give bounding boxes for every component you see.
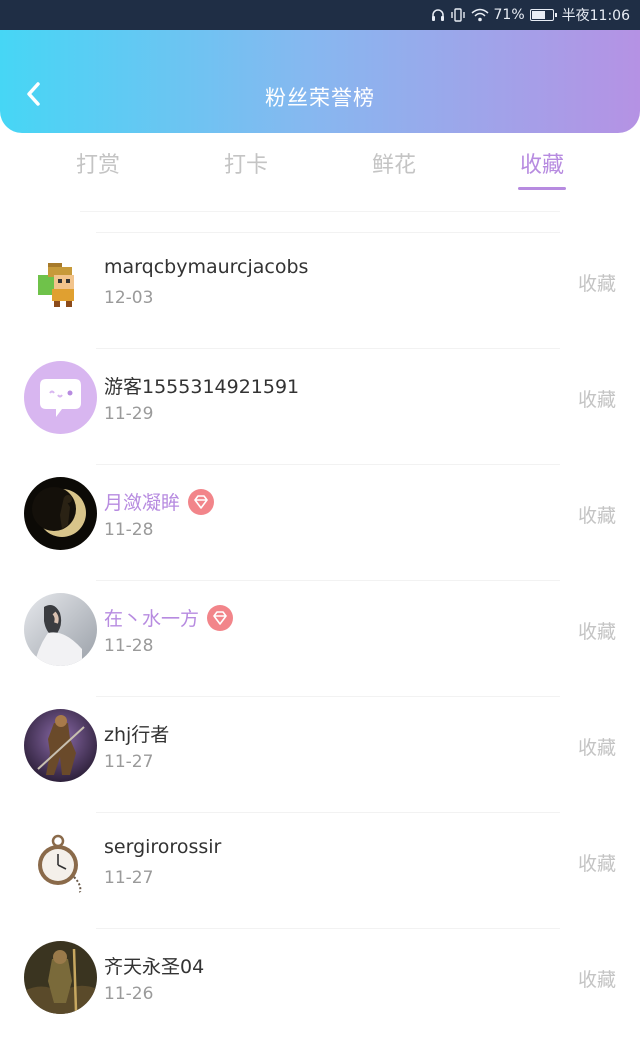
diamond-vip-icon <box>188 488 215 515</box>
app-header: 粉丝荣誉榜 <box>0 30 640 133</box>
fan-date: 11-29 <box>104 404 154 424</box>
tab-label: 打赏 <box>75 153 120 178</box>
tab-tip[interactable]: 打赏 <box>53 147 143 179</box>
fan-date: 11-28 <box>104 636 154 656</box>
divider <box>96 464 560 465</box>
list-item[interactable]: 月潋凝眸 11-28 收藏 <box>0 464 640 580</box>
favorite-label: 收藏 <box>577 273 616 295</box>
fan-date: 12-03 <box>104 288 154 308</box>
favorite-label: 收藏 <box>577 389 616 411</box>
vibrate-icon <box>450 8 466 22</box>
favorite-label: 收藏 <box>577 505 616 527</box>
fan-name-line: 游客1555314921591 <box>104 372 299 399</box>
favorite-label: 收藏 <box>577 621 616 643</box>
list-item[interactable]: marqcbymaurcjacobs 12-03 收藏 <box>0 232 640 348</box>
monkey-king-avatar[interactable] <box>24 941 97 1014</box>
list-item[interactable]: 游客1555314921591 11-29 收藏 <box>0 348 640 464</box>
foggy-figure-avatar[interactable] <box>24 593 97 666</box>
favorite-label: 收藏 <box>577 969 616 991</box>
fan-name-line: 月潋凝眸 <box>104 488 215 515</box>
headphones-icon <box>431 8 445 22</box>
divider <box>96 232 560 233</box>
tab-favorites[interactable]: 收藏 <box>497 147 587 190</box>
diamond-vip-icon <box>207 604 234 631</box>
status-time: 半夜11:06 <box>561 8 630 24</box>
battery-percent: 71% <box>493 7 525 23</box>
fan-date: 11-28 <box>104 520 154 540</box>
wifi-icon <box>471 8 489 22</box>
divider <box>96 580 560 581</box>
moon-silhouette-avatar[interactable] <box>24 477 97 550</box>
favorite-label: 收藏 <box>577 853 616 875</box>
fan-name: 月潋凝眸 <box>104 492 181 514</box>
fan-date: 11-27 <box>104 752 154 772</box>
fan-name: 齐天永圣04 <box>104 956 205 978</box>
fan-date: 11-27 <box>104 868 154 888</box>
tab-checkin[interactable]: 打卡 <box>201 147 291 179</box>
page-title: 粉丝荣誉榜 <box>265 86 375 110</box>
list-item[interactable]: 在丶水一方 11-28 收藏 <box>0 580 640 696</box>
fan-name: zhj行者 <box>104 724 170 746</box>
fan-date: 11-26 <box>104 984 154 1004</box>
fan-name-line: marqcbymaurcjacobs <box>104 256 308 278</box>
tab-label: 鲜花 <box>371 153 416 178</box>
divider <box>96 928 560 929</box>
favorite-label: 收藏 <box>577 737 616 759</box>
fan-name-line: sergirorossir <box>104 836 221 858</box>
fan-name-line: 在丶水一方 <box>104 604 234 631</box>
tab-bar: 打赏 打卡 鲜花 收藏 <box>0 133 640 195</box>
active-tab-indicator <box>518 187 566 190</box>
list-item[interactable]: zhj行者 11-27 收藏 <box>0 696 640 812</box>
pixel-character-avatar[interactable] <box>24 245 97 318</box>
divider <box>96 696 560 697</box>
fan-list: marqcbymaurcjacobs 12-03 收藏 游客1555314921… <box>0 232 640 1044</box>
battery-icon <box>529 9 557 21</box>
battery-level <box>531 11 545 19</box>
list-item[interactable]: sergirorossir 11-27 收藏 <box>0 812 640 928</box>
tab-label: 打卡 <box>223 153 268 178</box>
chat-bubble-avatar[interactable] <box>24 361 97 434</box>
fan-name: marqcbymaurcjacobs <box>104 256 309 278</box>
divider <box>96 812 560 813</box>
list-item[interactable]: 齐天永圣04 11-26 收藏 <box>0 928 640 1044</box>
fan-name: 在丶水一方 <box>104 608 200 630</box>
divider <box>96 348 560 349</box>
status-bar: 71% 半夜11:06 <box>0 0 640 30</box>
fan-name-line: 齐天永圣04 <box>104 952 204 979</box>
fan-name: 游客1555314921591 <box>104 376 300 398</box>
warrior-avatar[interactable] <box>24 709 97 782</box>
pocket-watch-avatar[interactable] <box>24 825 97 898</box>
divider <box>80 211 560 212</box>
tab-label: 收藏 <box>519 153 564 178</box>
fan-name: sergirorossir <box>104 836 222 858</box>
tab-flowers[interactable]: 鲜花 <box>349 147 439 179</box>
fan-name-line: zhj行者 <box>104 720 169 747</box>
